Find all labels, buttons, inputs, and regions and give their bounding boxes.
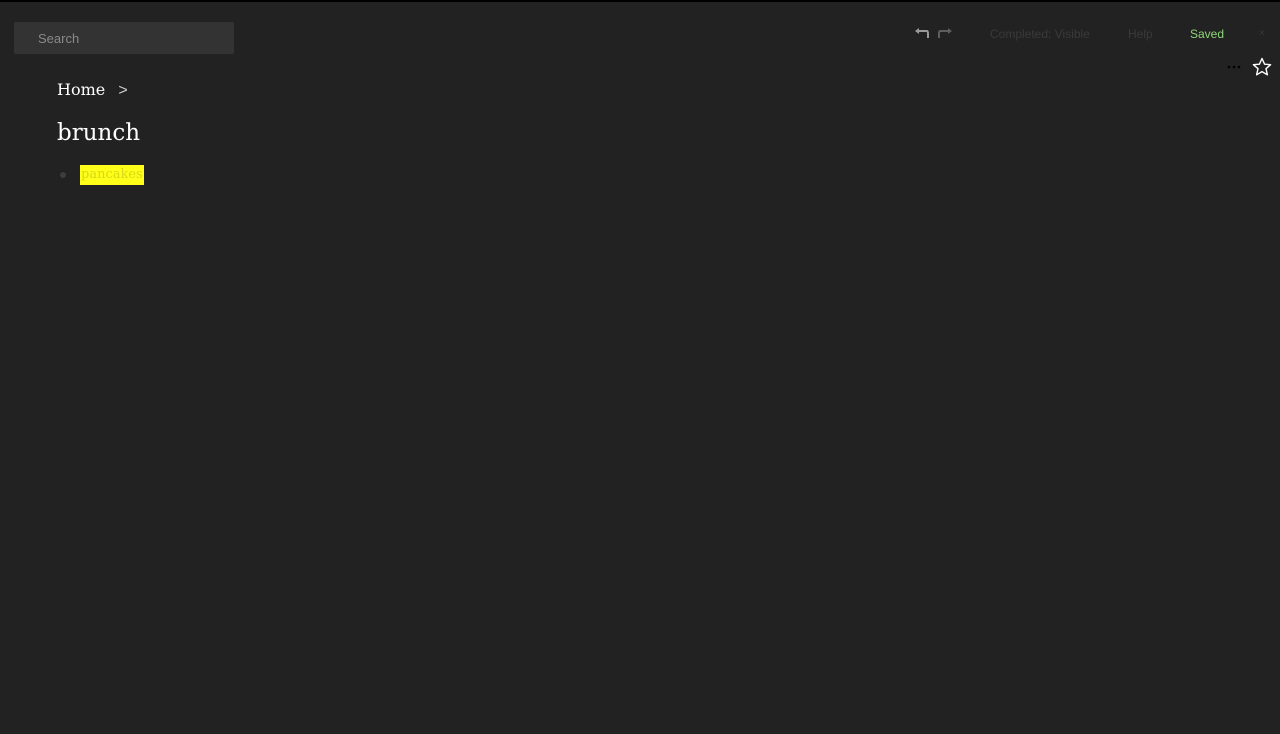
redo-arrow-graphic (937, 28, 952, 38)
star-outline-graphic (1252, 57, 1272, 76)
search-input[interactable] (14, 22, 234, 54)
more-dots-graphic (1227, 65, 1241, 69)
undo-arrow-graphic (914, 28, 929, 38)
breadcrumb: Home > (57, 80, 128, 101)
help-link[interactable]: Help (1128, 27, 1153, 41)
list-item-text[interactable]: pancakes (80, 165, 144, 185)
page-title[interactable]: brunch (57, 117, 140, 149)
save-status: Saved (1190, 27, 1225, 41)
window-top-border (0, 0, 1280, 2)
more-horizontal-icon[interactable] (1226, 60, 1242, 74)
breadcrumb-separator: > (118, 82, 128, 99)
star-icon[interactable] (1252, 57, 1272, 77)
redo-icon[interactable] (937, 27, 953, 41)
undo-icon[interactable] (913, 27, 929, 41)
completed-visibility-toggle[interactable]: Completed: Visible (990, 27, 1090, 41)
list-item-bullet[interactable] (60, 172, 66, 178)
breadcrumb-home[interactable]: Home (57, 80, 105, 99)
close-icon[interactable]: × (1259, 27, 1265, 41)
list-item: pancakes (60, 165, 144, 185)
